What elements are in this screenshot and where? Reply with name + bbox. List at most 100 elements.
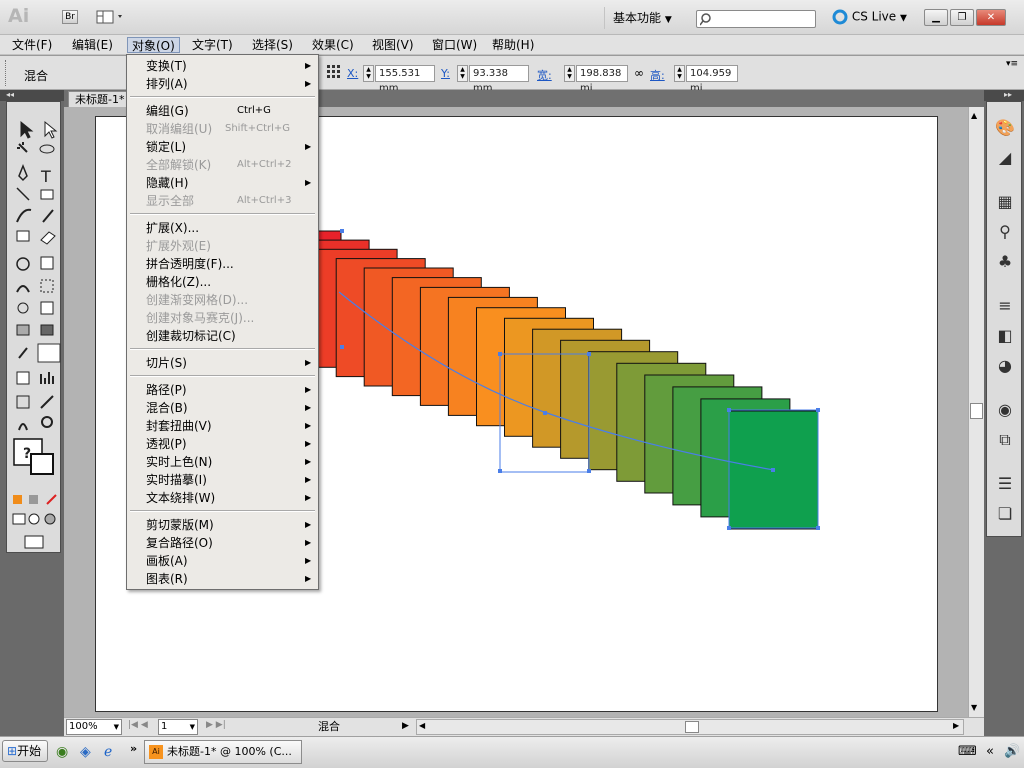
- vertical-scrollbar[interactable]: ▲ ▼: [968, 107, 984, 717]
- height-stepper[interactable]: ▲ ▼: [674, 65, 685, 82]
- menu-item-5-0[interactable]: 剪切蒙版(M) ▶: [127, 516, 318, 534]
- close-icon: ✕: [986, 12, 996, 23]
- width-field[interactable]: 198.838 mi: [576, 65, 628, 94]
- scroll-up-icon[interactable]: ▲: [971, 111, 977, 120]
- menu-view[interactable]: 视图(V): [368, 37, 418, 53]
- menu-item-4-5[interactable]: 实时描摹(I) ▶: [127, 471, 318, 489]
- menu-item-3-0[interactable]: 切片(S) ▶: [127, 354, 318, 372]
- menu-item-1-0[interactable]: 编组(G) Ctrl+G: [127, 102, 318, 120]
- menu-window[interactable]: 窗口(W): [428, 37, 481, 53]
- height-field[interactable]: 104.959 mi: [686, 65, 738, 94]
- menu-item-4-0[interactable]: 路径(P) ▶: [127, 381, 318, 399]
- page-select[interactable]: 1 ▼: [158, 719, 198, 735]
- menu-type[interactable]: 文字(T): [188, 37, 237, 53]
- menu-item-1-2[interactable]: 锁定(L) ▶: [127, 138, 318, 156]
- menu-item-5-2[interactable]: 画板(A) ▶: [127, 552, 318, 570]
- horizontal-scroll-thumb[interactable]: [685, 721, 699, 733]
- menu-item-4-2[interactable]: 封套扭曲(V) ▶: [127, 417, 318, 435]
- menu-item-label: 路径(P): [146, 383, 187, 397]
- x-field[interactable]: 155.531 mm: [375, 65, 435, 94]
- restore-button[interactable]: ❐: [950, 9, 974, 26]
- taskbar-illustrator-window[interactable]: Ai 未标题-1* @ 100% (C...: [144, 740, 302, 764]
- submenu-arrow-icon: ▶: [305, 457, 312, 466]
- bridge-button[interactable]: Br: [62, 10, 78, 24]
- rotate-tool-icon: [16, 257, 30, 271]
- color-panel-icon[interactable]: 🎨: [991, 116, 1019, 140]
- stroke-panel-icon[interactable]: ≡: [991, 294, 1019, 318]
- menu-edit[interactable]: 编辑(E): [68, 37, 117, 53]
- panel-menu-icon[interactable]: ▾≡: [1006, 59, 1018, 69]
- menu-item-2-1: 扩展外观(E): [127, 237, 318, 255]
- menu-item-0-1[interactable]: 排列(A) ▶: [127, 75, 318, 93]
- menu-object[interactable]: 对象(O): [127, 37, 180, 53]
- swatches-panel-icon[interactable]: ▦: [991, 190, 1019, 214]
- color-guide-icon[interactable]: ◢: [991, 146, 1019, 170]
- more-quicklaunch-icon[interactable]: »: [130, 742, 137, 755]
- cs-live-menu[interactable]: CS Live ▼: [832, 9, 907, 25]
- speaker-tray-icon[interactable]: 🔊: [1004, 744, 1020, 759]
- menu-effect[interactable]: 效果(C): [308, 37, 358, 53]
- appearance-panel-icon[interactable]: ◉: [991, 398, 1019, 422]
- tray-expand-icon[interactable]: «: [986, 744, 994, 759]
- x-stepper[interactable]: ▲ ▼: [363, 65, 374, 82]
- menu-item-2-3[interactable]: 栅格化(Z)...: [127, 273, 318, 291]
- width-stepper[interactable]: ▲ ▼: [564, 65, 575, 82]
- transparency-panel-icon[interactable]: ◕: [991, 354, 1019, 378]
- object-type-label: 混合: [24, 69, 49, 83]
- quicklaunch-browser-icon[interactable]: ◉: [56, 744, 68, 760]
- menu-item-4-4[interactable]: 实时上色(N) ▶: [127, 453, 318, 471]
- start-button[interactable]: ⊞开始: [2, 740, 48, 762]
- reference-point-icon[interactable]: [326, 64, 342, 81]
- status-tool-label[interactable]: 混合: [236, 719, 422, 735]
- scroll-right-icon[interactable]: ▶: [953, 721, 959, 730]
- menu-item-0-0[interactable]: 变换(T) ▶: [127, 57, 318, 75]
- brushes-panel-icon[interactable]: ⚲: [991, 220, 1019, 244]
- close-button[interactable]: ✕: [976, 9, 1006, 26]
- artboards-panel-icon[interactable]: ❏: [991, 502, 1019, 526]
- menu-item-4-6[interactable]: 文本绕排(W) ▶: [127, 489, 318, 507]
- menu-item-2-0[interactable]: 扩展(X)...: [127, 219, 318, 237]
- grip-handle[interactable]: [5, 60, 8, 86]
- blob-brush-icon: [16, 230, 30, 242]
- status-menu-icon[interactable]: ▶: [402, 721, 409, 731]
- keyboard-tray-icon[interactable]: ⌨: [958, 744, 977, 759]
- first-page-icon[interactable]: |◀ ◀: [128, 720, 148, 730]
- horizontal-scrollbar[interactable]: ◀ ▶: [416, 719, 964, 735]
- next-page-icon[interactable]: ▶ ▶|: [206, 720, 226, 730]
- pen-tool-icon: [18, 163, 28, 182]
- object-menu-dropdown: 变换(T) ▶ 排列(A) ▶ 编组(G) Ctrl+G 取消编组(U) Shift+Ctrl…: [126, 54, 319, 590]
- y-stepper[interactable]: ▲ ▼: [457, 65, 468, 82]
- help-search-input[interactable]: [696, 10, 816, 28]
- scroll-left-icon[interactable]: ◀: [419, 721, 425, 730]
- zoom-select[interactable]: 100% ▼: [66, 719, 122, 735]
- menu-item-label: 切片(S): [146, 356, 187, 370]
- vertical-scroll-thumb[interactable]: [970, 403, 983, 419]
- menu-item-1-1: 取消编组(U) Shift+Ctrl+G: [127, 120, 318, 138]
- menu-item-label: 创建对象马赛克(J)...: [146, 311, 255, 325]
- menu-item-label: 栅格化(Z)...: [146, 275, 212, 289]
- menu-item-1-4[interactable]: 隐藏(H) ▶: [127, 174, 318, 192]
- minimize-button[interactable]: ▁: [924, 9, 948, 26]
- menu-item-5-1[interactable]: 复合路径(O) ▶: [127, 534, 318, 552]
- menu-item-4-3[interactable]: 透视(P) ▶: [127, 435, 318, 453]
- symbols-panel-icon[interactable]: ♣: [991, 250, 1019, 274]
- layers-panel-icon[interactable]: ☰: [991, 472, 1019, 496]
- quicklaunch-app-icon[interactable]: ◈: [80, 744, 91, 760]
- y-field[interactable]: 93.338 mm: [469, 65, 529, 94]
- scroll-down-icon[interactable]: ▼: [971, 703, 977, 712]
- expand-panels-icon[interactable]: ▸▸: [984, 90, 1024, 101]
- arrange-documents-button[interactable]: [96, 10, 126, 24]
- menu-file[interactable]: 文件(F): [8, 37, 56, 53]
- menu-help[interactable]: 帮助(H): [488, 37, 538, 53]
- menu-select[interactable]: 选择(S): [248, 37, 297, 53]
- menu-item-2-2[interactable]: 拼合透明度(F)...: [127, 255, 318, 273]
- link-constrain-icon[interactable]: ∞: [634, 66, 644, 80]
- menu-item-5-3[interactable]: 图表(R) ▶: [127, 570, 318, 588]
- gradient-panel-icon[interactable]: ◧: [991, 324, 1019, 348]
- workspace-switcher[interactable]: 基本功能 ▼: [604, 7, 672, 29]
- collapse-tools-icon[interactable]: ◂◂: [0, 90, 64, 101]
- menu-item-4-1[interactable]: 混合(B) ▶: [127, 399, 318, 417]
- quicklaunch-ie-icon[interactable]: ℯ: [104, 744, 112, 760]
- graphic-styles-icon[interactable]: ⧉: [991, 428, 1019, 452]
- menu-item-2-6[interactable]: 创建裁切标记(C): [127, 327, 318, 345]
